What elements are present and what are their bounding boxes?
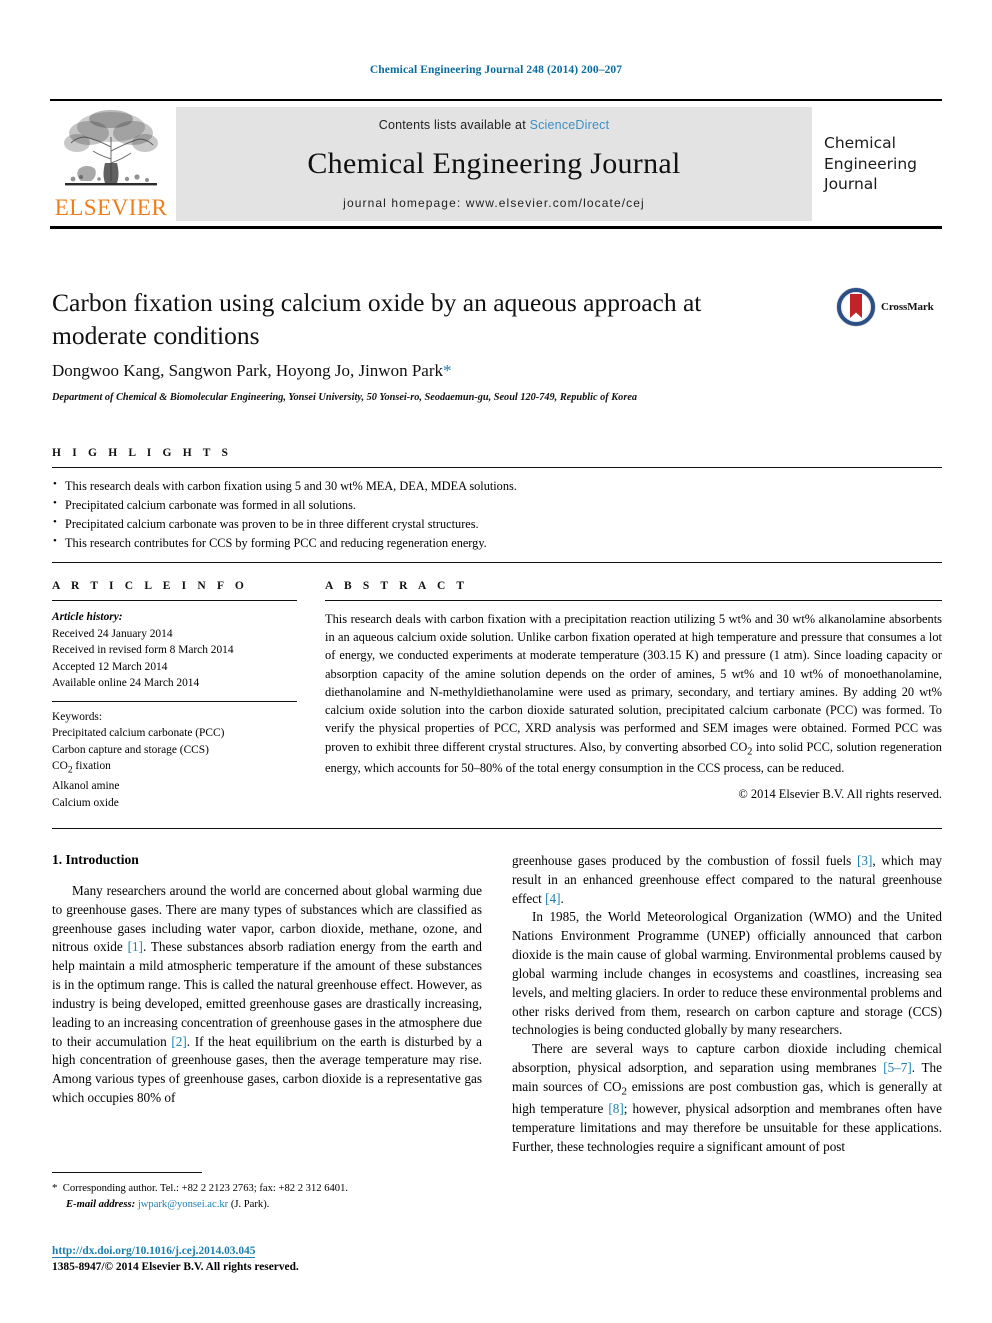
highlights-bottom-rule [52,562,942,564]
abstract-copyright: © 2014 Elsevier B.V. All rights reserved… [738,786,942,801]
abstract-section: A B S T R A C T This research deals with… [325,580,942,802]
article-history-label: Article history: [52,611,123,623]
cover-line-2: Engineering [824,154,917,173]
keyword-item: Carbon capture and storage (CCS) [52,743,209,756]
highlights-list: This research deals with carbon fixation… [52,468,942,553]
footnote-rule [52,1172,202,1173]
affiliation: Department of Chemical & Biomolecular En… [52,392,638,403]
contents-prefix: Contents lists available at [378,118,526,132]
body-top-rule [52,828,942,829]
history-item: Received 24 January 2014 [52,627,173,640]
doi-link[interactable]: http://dx.doi.org/10.1016/j.cej.2014.03.… [52,1245,256,1258]
corresponding-marker: * [442,361,452,380]
doi-block: http://dx.doi.org/10.1016/j.cej.2014.03.… [52,1244,552,1276]
citation-ref[interactable]: [5–7] [883,1060,912,1075]
article-info-heading: A R T I C L E I N F O [52,580,248,592]
issn-copyright: 1385-8947/© 2014 Elsevier B.V. All right… [52,1260,299,1273]
crossmark-icon [836,287,876,327]
journal-homepage[interactable]: journal homepage: www.elsevier.com/locat… [343,196,645,210]
keyword-item: CO2 fixation [52,760,111,776]
history-item: Accepted 12 March 2014 [52,660,168,673]
running-head: Chemical Engineering Journal 248 (2014) … [369,64,623,76]
email-owner: (J. Park). [230,1198,270,1210]
keyword-item: Calcium oxide [52,796,119,809]
journal-title: Chemical Engineering Journal [307,147,681,180]
elsevier-logo: ELSEVIER [50,107,172,221]
paragraph: There are several ways to capture carbon… [512,1041,942,1154]
elsevier-wordmark: ELSEVIER [54,195,168,220]
elsevier-tree-icon [64,110,158,186]
keyword-item: Precipitated calcium carbonate (PCC) [52,727,225,740]
footnote-star-icon: * [52,1182,58,1194]
body-column-left: 1. Introduction Many researchers around … [52,852,482,1108]
history-item: Available online 24 March 2014 [52,677,200,690]
contents-available-line: Contents lists available at ScienceDirec… [379,118,610,132]
keyword-item: Alkanol amine [52,780,120,793]
keywords-block: Keywords: Precipitated calcium carbonate… [52,702,297,812]
email-link[interactable]: jwpark@yonsei.ac.kr [138,1199,228,1210]
paragraph: Many researchers around the world are co… [52,883,482,1105]
list-item: Precipitated calcium carbonate was prove… [52,514,942,534]
citation-ref[interactable]: [1] [128,939,143,954]
paragraph: greenhouse gases produced by the combust… [512,853,942,906]
abstract-text: This research deals with carbon fixation… [325,612,942,776]
author-list: Dongwoo Kang, Sangwon Park, Hoyong Jo, J… [52,361,752,381]
sciencedirect-link[interactable]: ScienceDirect [530,118,610,132]
keywords-label: Keywords: [52,710,102,723]
crossmark-label: CrossMark [881,301,934,313]
journal-cover-thumb: Chemical Engineering Journal [812,107,942,221]
article-history-block: Article history: Received 24 January 201… [52,601,297,692]
paragraph: In 1985, the World Meteorological Organi… [512,909,942,1038]
abstract-heading: A B S T R A C T [325,580,469,592]
section-heading-introduction: 1. Introduction [52,852,139,867]
highlights-heading: H I G H L I G H T S [52,447,233,459]
corresponding-author-footnote: * Corresponding author. Tel.: +82 2 2123… [52,1180,482,1213]
history-item: Received in revised form 8 March 2014 [52,644,234,657]
citation-ref[interactable]: [4] [545,891,560,906]
citation-ref[interactable]: [8] [608,1101,623,1116]
author-names: Dongwoo Kang, Sangwon Park, Hoyong Jo, J… [52,361,443,380]
journal-masthead: ELSEVIER Contents lists available at Sci… [50,99,942,229]
masthead-center-band: Contents lists available at ScienceDirec… [176,107,812,221]
citation-ref[interactable]: [3] [857,853,872,868]
cover-line-1: Chemical [824,134,896,153]
paper-page: Chemical Engineering Journal 248 (2014) … [0,0,992,1323]
body-column-right: greenhouse gases produced by the combust… [512,852,942,1157]
list-item: This research contributes for CCS by for… [52,533,942,553]
corresponding-note: Corresponding author. Tel.: +82 2 2123 2… [62,1183,349,1194]
crossmark-badge[interactable]: CrossMark [836,287,934,327]
citation-ref[interactable]: [2] [171,1034,186,1049]
cover-line-3: Journal [824,175,878,194]
highlights-section: H I G H L I G H T S This research deals … [52,447,942,564]
list-item: Precipitated calcium carbonate was forme… [52,495,942,515]
email-label: E-mail address: [66,1198,136,1210]
article-info-section: A R T I C L E I N F O Article history: R… [52,580,297,811]
page-title: Carbon fixation using calcium oxide by a… [52,288,702,350]
list-item: This research deals with carbon fixation… [52,476,942,496]
